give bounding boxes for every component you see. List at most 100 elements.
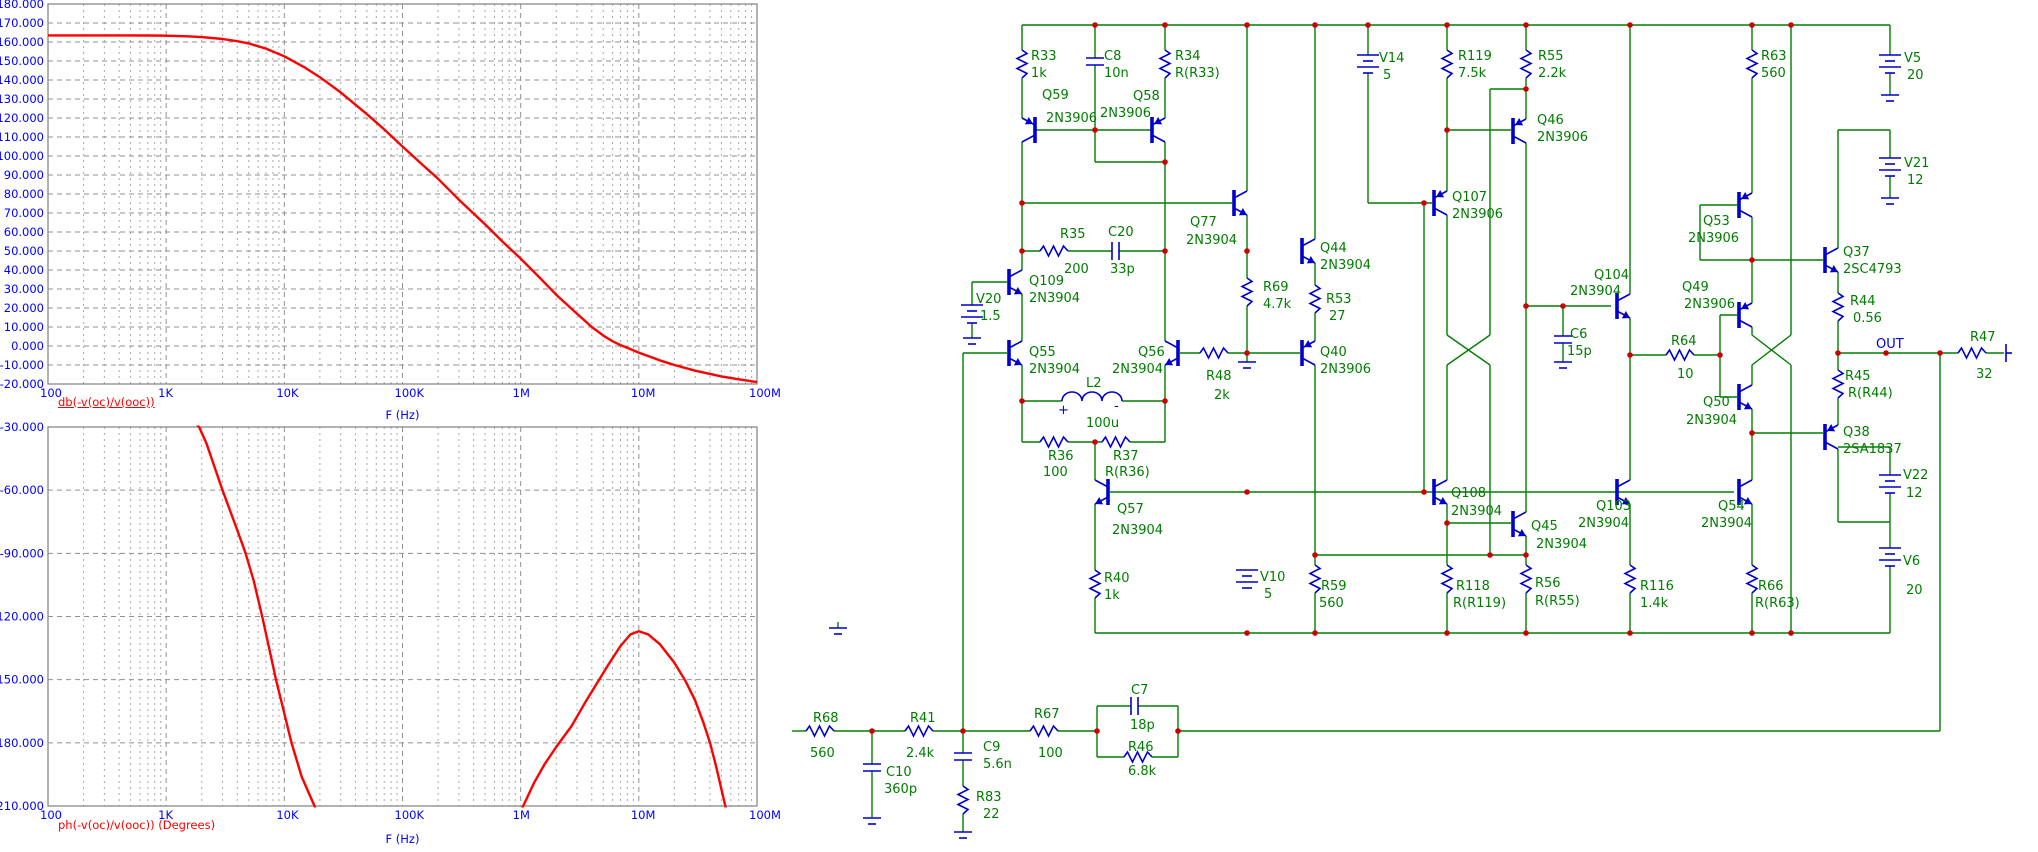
component-label[interactable]: R64	[1671, 334, 1697, 349]
component-label[interactable]: R69	[1263, 280, 1289, 295]
component-label[interactable]: R(R33)	[1175, 66, 1220, 81]
component-label[interactable]: Q108	[1451, 486, 1486, 501]
component-label[interactable]: 10n	[1104, 66, 1129, 81]
component-label[interactable]: R119	[1458, 49, 1492, 64]
component-label[interactable]: 15p	[1567, 344, 1592, 359]
component-label[interactable]: 12	[1907, 173, 1924, 188]
component-label[interactable]: Q55	[1029, 345, 1056, 360]
component-label[interactable]: R35	[1060, 227, 1086, 242]
component-label[interactable]: R63	[1761, 49, 1787, 64]
component-label[interactable]: R41	[910, 711, 936, 726]
component-label[interactable]: 2N3904	[1701, 516, 1752, 531]
component-label[interactable]: Q54	[1718, 499, 1745, 514]
component-label[interactable]: Q103	[1596, 499, 1631, 514]
component-label[interactable]: 2N3904	[1112, 362, 1163, 377]
component-label[interactable]: Q77	[1190, 215, 1217, 230]
component-label[interactable]: 2k	[1214, 388, 1230, 403]
component-label[interactable]: V21	[1904, 156, 1929, 171]
component-label[interactable]: 560	[810, 746, 835, 761]
component-label[interactable]: Q53	[1703, 214, 1730, 229]
component-label[interactable]: 2.4k	[906, 746, 935, 761]
component-label[interactable]: 100u	[1086, 416, 1119, 431]
component-label[interactable]: 5.6n	[983, 757, 1012, 772]
component-label[interactable]: Q46	[1537, 113, 1564, 128]
component-label[interactable]: 10	[1677, 367, 1694, 382]
component-label[interactable]: R40	[1104, 571, 1130, 586]
component-label[interactable]: R66	[1758, 579, 1784, 594]
component-label[interactable]: Q50	[1703, 395, 1730, 410]
component-label[interactable]: 2N3906	[1452, 207, 1503, 222]
component-label[interactable]: R56	[1535, 576, 1561, 591]
component-label[interactable]: 100	[1043, 465, 1068, 480]
component-label[interactable]: 2N3904	[1029, 291, 1080, 306]
component-label[interactable]: R67	[1034, 707, 1060, 722]
component-label[interactable]: R(R44)	[1848, 386, 1893, 401]
component-label[interactable]: 2N3904	[1320, 258, 1371, 273]
component-label[interactable]: C6	[1570, 327, 1587, 342]
component-label[interactable]: V10	[1260, 570, 1285, 585]
component-label[interactable]: C9	[983, 740, 1000, 755]
component-label[interactable]: C10	[886, 765, 912, 780]
component-label[interactable]: 2N3904	[1112, 523, 1163, 538]
component-label[interactable]: Q40	[1320, 345, 1347, 360]
component-label[interactable]: Q109	[1029, 274, 1064, 289]
component-label[interactable]: 2N3906	[1320, 362, 1371, 377]
component-label[interactable]: 1k	[1031, 66, 1047, 81]
component-label[interactable]: Q44	[1320, 241, 1347, 256]
component-label[interactable]: R116	[1640, 579, 1674, 594]
component-label[interactable]: 2N3906	[1100, 106, 1151, 121]
component-label[interactable]: 2N3904	[1570, 284, 1621, 299]
component-label[interactable]: -	[1114, 399, 1119, 414]
component-label[interactable]: R37	[1113, 449, 1139, 464]
component-label[interactable]: R34	[1175, 49, 1201, 64]
component-label[interactable]: 100	[1038, 746, 1063, 761]
component-label[interactable]: 2N3904	[1686, 413, 1737, 428]
component-label[interactable]: 6.8k	[1128, 764, 1157, 779]
component-label[interactable]: R46	[1128, 740, 1154, 755]
component-label[interactable]: 2SA1837	[1843, 442, 1902, 457]
component-label[interactable]: 4.7k	[1263, 297, 1292, 312]
component-label[interactable]: Q37	[1843, 245, 1870, 260]
component-label[interactable]: Q45	[1531, 519, 1558, 534]
component-label[interactable]: 2N3904	[1186, 233, 1237, 248]
component-label[interactable]: Q49	[1682, 280, 1709, 295]
component-label[interactable]: 360p	[884, 782, 917, 797]
component-label[interactable]: C7	[1131, 683, 1148, 698]
component-label[interactable]: 5	[1383, 68, 1391, 83]
component-label[interactable]: R44	[1850, 294, 1876, 309]
component-label[interactable]: V22	[1903, 468, 1928, 483]
component-label[interactable]: 2SC4793	[1843, 262, 1902, 277]
component-label[interactable]: 1k	[1104, 588, 1120, 603]
phase-plot[interactable]: 100 1K 10K 100K 1M 10M 100M-30.000-60.000-90.0…	[0, 400, 781, 852]
component-label[interactable]: 7.5k	[1458, 66, 1487, 81]
component-label[interactable]: Q107	[1452, 190, 1487, 205]
component-label[interactable]: R47	[1970, 330, 1996, 345]
component-label[interactable]: Q57	[1117, 502, 1144, 517]
component-label[interactable]: 2N3904	[1536, 537, 1587, 552]
component-label[interactable]: Q56	[1138, 345, 1165, 360]
component-label[interactable]: 2N3906	[1688, 231, 1739, 246]
component-label[interactable]: R(R36)	[1105, 465, 1150, 480]
component-label[interactable]: V5	[1904, 51, 1921, 66]
component-label[interactable]: R36	[1048, 449, 1074, 464]
component-label[interactable]: R68	[813, 711, 839, 726]
component-label[interactable]: 33p	[1110, 262, 1135, 277]
component-label[interactable]: R(R55)	[1535, 594, 1580, 609]
component-label[interactable]: 5	[1264, 587, 1272, 602]
component-label[interactable]: R53	[1326, 292, 1352, 307]
component-label[interactable]: 18p	[1130, 718, 1155, 733]
component-label[interactable]: L2	[1086, 376, 1102, 391]
component-label[interactable]: 2.2k	[1538, 66, 1567, 81]
component-label[interactable]: 0.56	[1853, 311, 1882, 326]
component-label[interactable]: V6	[1903, 554, 1920, 569]
component-label[interactable]: 1.4k	[1640, 596, 1669, 611]
component-label[interactable]: R33	[1031, 49, 1057, 64]
component-label[interactable]: 27	[1329, 309, 1346, 324]
component-label[interactable]: 560	[1319, 596, 1344, 611]
schematic[interactable]: R33 1k C8 10n R34 R(R33) Q59 2N3906 Q58 2N3906 V14…	[792, 22, 2012, 839]
component-label[interactable]: 32	[1976, 367, 1993, 382]
component-label[interactable]: 12	[1906, 486, 1923, 501]
magnitude-trace-label[interactable]: db(-v(oc)/v(ooc))	[58, 395, 155, 409]
component-label[interactable]: R45	[1845, 369, 1871, 384]
component-label[interactable]: 2N3906	[1684, 297, 1735, 312]
